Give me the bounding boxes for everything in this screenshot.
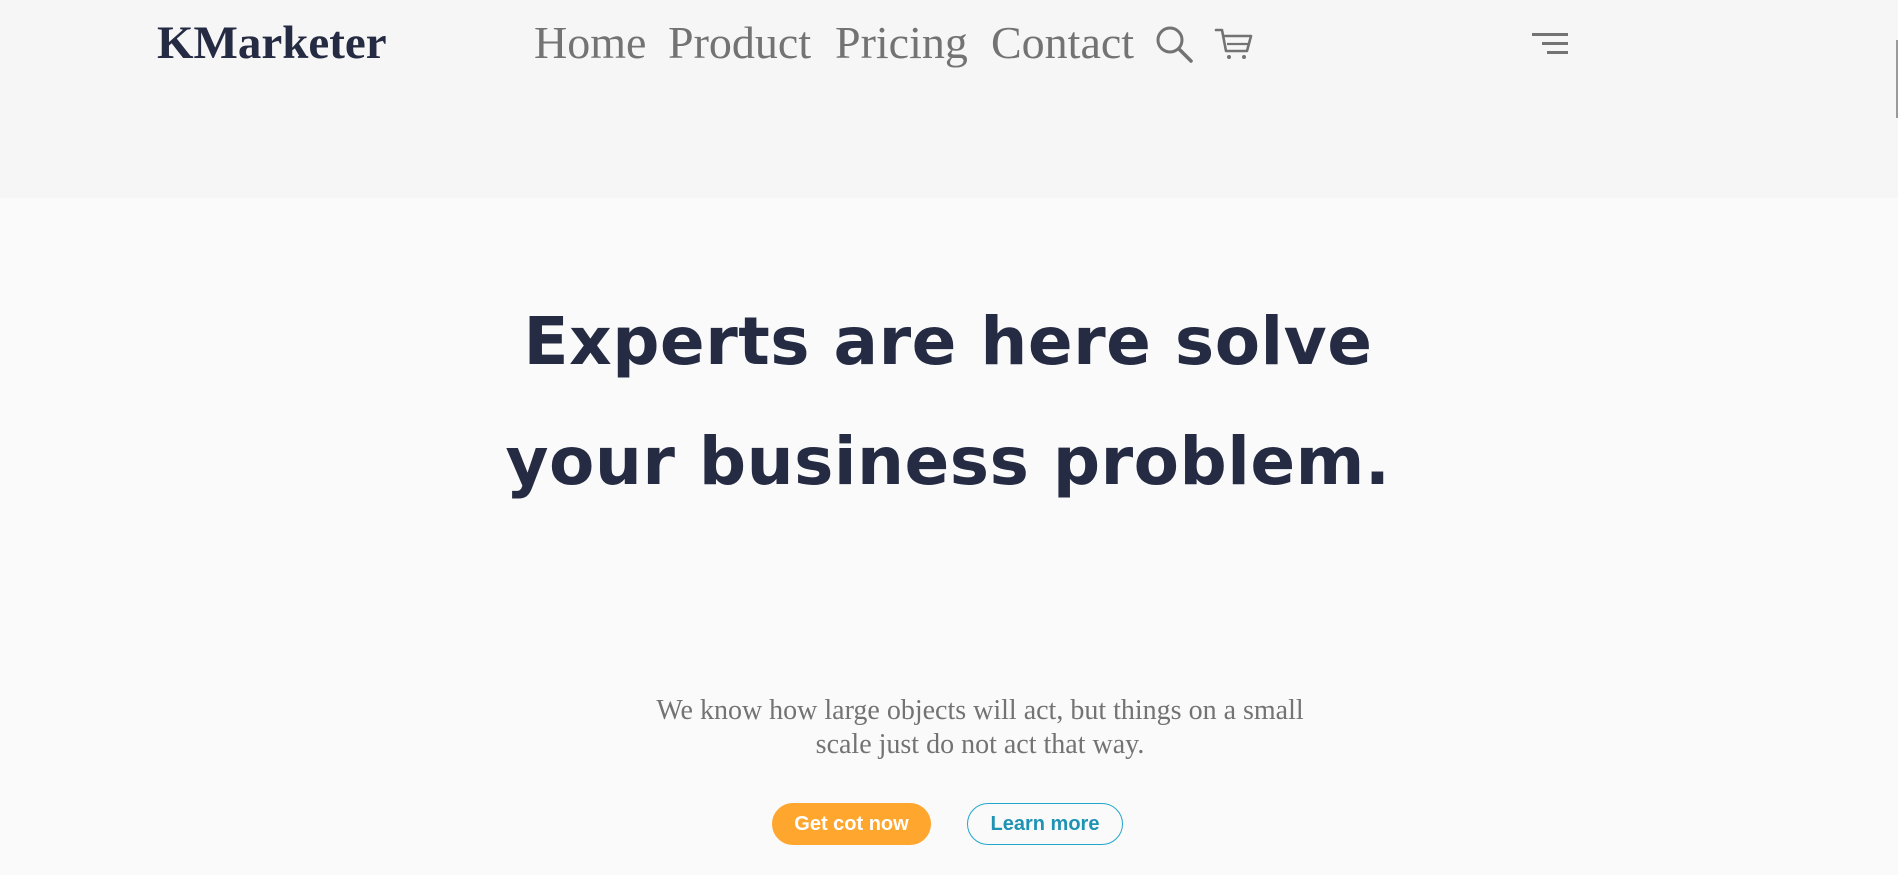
page: KMarketer Home Product Pricing Contact E… — [0, 0, 1898, 875]
cart-icon[interactable] — [1214, 25, 1254, 61]
hero-subtitle: We know how large objects will act, but … — [656, 695, 1304, 760]
get-cot-now-button[interactable]: Get cot now — [772, 803, 931, 845]
menu-icon[interactable] — [1530, 30, 1572, 58]
hero-title: Experts are here solve your business pro… — [505, 303, 1391, 500]
search-icon[interactable] — [1154, 24, 1194, 64]
brand-logo[interactable]: KMarketer — [157, 14, 387, 72]
header: KMarketer Home Product Pricing Contact — [0, 0, 1898, 198]
learn-more-button[interactable]: Learn more — [967, 803, 1123, 845]
nav-product[interactable]: Product — [668, 14, 811, 72]
nav-contact[interactable]: Contact — [991, 14, 1134, 72]
nav-home[interactable]: Home — [534, 14, 646, 72]
nav-pricing[interactable]: Pricing — [835, 14, 968, 72]
